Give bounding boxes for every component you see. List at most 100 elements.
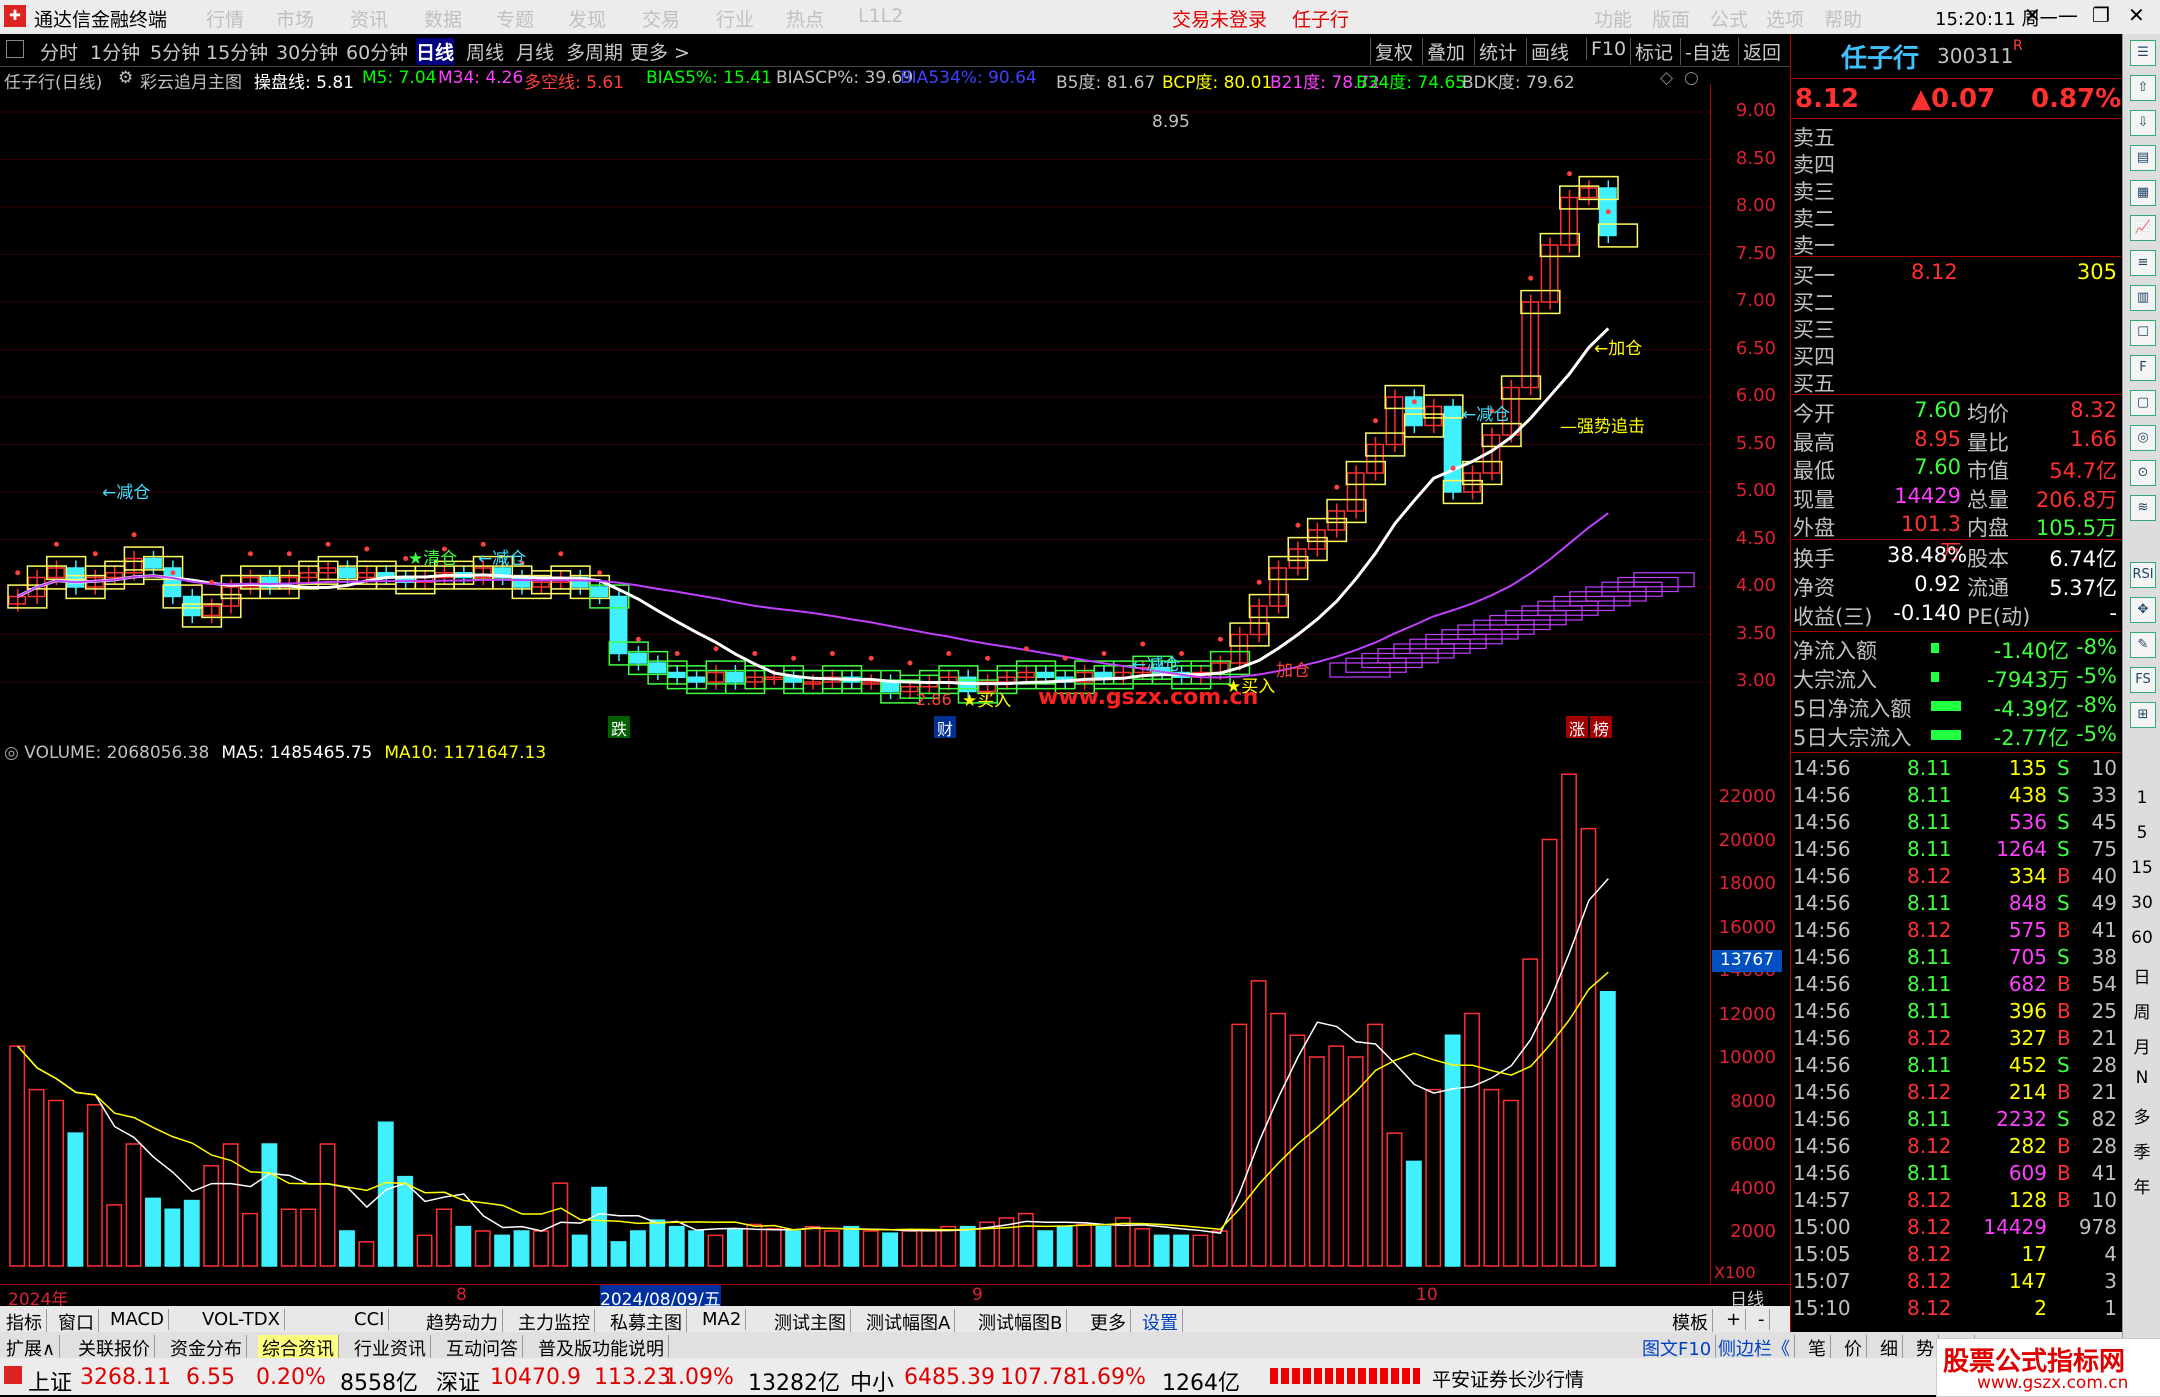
period-tab[interactable]: 更多 > — [630, 38, 690, 65]
ask-row[interactable]: 卖五 — [1791, 122, 2121, 150]
sidebar-period[interactable]: 15 — [2123, 858, 2160, 878]
sidebar-tool-icon[interactable]: ◎ — [2130, 425, 2156, 451]
chart-tool-button[interactable]: F10 — [1586, 38, 1626, 60]
period-tab[interactable]: 5分钟 — [150, 38, 200, 65]
ask-row[interactable]: 卖二 — [1791, 203, 2121, 231]
menu-item[interactable]: 行业 — [716, 5, 754, 32]
sidebar-period[interactable]: 5 — [2123, 823, 2160, 843]
menu-item[interactable]: 发现 — [568, 5, 606, 32]
sidebar-period[interactable]: 日 — [2123, 963, 2160, 988]
sidebar-tool-icon[interactable]: 📈 — [2130, 215, 2156, 241]
sidebar-tool-icon[interactable]: ▢ — [2130, 390, 2156, 416]
tick-side: S — [2057, 1053, 2070, 1077]
sidebar-tool-icon[interactable]: ≋ — [2130, 495, 2156, 521]
sidebar-tool-icon[interactable]: ⊞ — [2130, 702, 2156, 728]
chart-tool-button[interactable]: 复权 — [1370, 38, 1413, 65]
period-tab[interactable]: 月线 — [516, 38, 554, 65]
bid-row[interactable]: 买一 8.12 305 — [1791, 260, 2121, 288]
tick-row: 14:56 8.11 2232 S 82 — [1791, 1107, 2121, 1134]
menu-item[interactable]: 交易 — [642, 5, 680, 32]
sidebar-period[interactable]: 月 — [2123, 1033, 2160, 1058]
tick-count: 49 — [2091, 891, 2117, 915]
sidebar-tool-icon[interactable]: FS — [2130, 667, 2156, 693]
indicator-tab[interactable]: MA2 — [698, 1309, 747, 1330]
bid-row[interactable]: 买二 — [1791, 287, 2121, 315]
close-icon[interactable]: ✕ — [2024, 3, 2041, 27]
menu-item-right[interactable]: 公式 — [1710, 5, 1748, 32]
bid-row[interactable]: 买四 — [1791, 341, 2121, 369]
ask-row[interactable]: 卖三 — [1791, 176, 2121, 204]
sidebar-period[interactable]: N — [2123, 1068, 2160, 1088]
period-tab[interactable]: 1分钟 — [90, 38, 140, 65]
indicator-tab[interactable]: MACD — [106, 1309, 169, 1330]
period-tab[interactable]: 多周期 — [566, 38, 623, 65]
sidebar-tool-icon[interactable]: RSI — [2130, 562, 2156, 588]
ask-label: 卖三 — [1793, 180, 1835, 204]
menu-item[interactable]: 热点 — [786, 5, 824, 32]
volume-chart[interactable] — [0, 740, 1710, 1284]
chart-tool-button[interactable]: 画线 — [1526, 38, 1569, 65]
login-status[interactable]: 交易未登录 — [1172, 5, 1267, 32]
menu-item[interactable]: L1L2 — [858, 5, 903, 27]
menu-item-right[interactable]: 帮助 — [1824, 5, 1862, 32]
indicator-tab[interactable]: VOL-TDX — [198, 1309, 285, 1330]
menu-item[interactable]: 专题 — [496, 5, 534, 32]
sidebar-tool-icon[interactable]: F — [2130, 355, 2156, 381]
sidebar-period[interactable]: 季 — [2123, 1138, 2160, 1163]
period-tab[interactable]: 30分钟 — [276, 38, 338, 65]
template-button[interactable]: - — [1754, 1309, 1770, 1330]
chart-tool-button[interactable]: 统计 — [1474, 38, 1517, 65]
circle-icon[interactable]: ○ — [1684, 68, 1699, 88]
sidebar-tool-icon[interactable]: ≡ — [2130, 250, 2156, 276]
chart-tool-button[interactable]: 叠加 — [1422, 38, 1465, 65]
sidebar-tool-icon[interactable]: ▦ — [2130, 180, 2156, 206]
menu-item[interactable]: 数据 — [424, 5, 462, 32]
sidebar-period[interactable]: 60 — [2123, 928, 2160, 948]
sidebar-tool-icon[interactable]: ⇩ — [2130, 110, 2156, 136]
sidebar-tool-icon[interactable]: ▥ — [2130, 285, 2156, 311]
tick-count: 21 — [2091, 1026, 2117, 1050]
menu-item[interactable]: 资讯 — [350, 5, 388, 32]
tick-volume: 334 — [2008, 864, 2047, 888]
close-window-icon[interactable]: ✕ — [2128, 3, 2145, 27]
indicator-tab[interactable]: CCI — [350, 1309, 390, 1330]
chart-tool-button[interactable]: 标记 — [1630, 38, 1673, 65]
bid-row[interactable]: 买五 — [1791, 368, 2121, 396]
chart-tool-button[interactable]: -自选 — [1680, 38, 1730, 65]
sidebar-tool-icon[interactable]: ☰ — [2130, 40, 2156, 66]
sidebar-period[interactable]: 年 — [2123, 1173, 2160, 1198]
menu-item-right[interactable]: 功能 — [1594, 5, 1632, 32]
candlestick-chart[interactable] — [0, 84, 1710, 740]
ask-row[interactable]: 卖一 — [1791, 230, 2121, 258]
sidebar-tool-icon[interactable]: ⇧ — [2130, 75, 2156, 101]
tick-side: B — [2057, 999, 2071, 1023]
period-tab[interactable]: 日线 — [416, 38, 455, 65]
sidebar-tool-icon[interactable]: ⊙ — [2130, 460, 2156, 486]
sidebar-period[interactable]: 30 — [2123, 893, 2160, 913]
sidebar-period[interactable]: 1 — [2123, 788, 2160, 808]
menu-item[interactable]: 行情 — [206, 5, 244, 32]
template-button[interactable]: + — [1722, 1309, 1747, 1330]
menu-item-right[interactable]: 版面 — [1652, 5, 1690, 32]
sidebar-tool-icon[interactable]: ▤ — [2130, 145, 2156, 171]
menu-item[interactable]: 市场 — [276, 5, 314, 32]
period-tab[interactable]: 60分钟 — [346, 38, 408, 65]
period-tab[interactable]: 分时 — [40, 38, 78, 65]
period-tab[interactable]: 周线 — [466, 38, 504, 65]
menu-item-right[interactable]: 选项 — [1766, 5, 1804, 32]
restore-icon[interactable]: ❐ — [2092, 3, 2110, 27]
period-tab[interactable]: 15分钟 — [206, 38, 268, 65]
sidebar-tool-icon[interactable]: ☐ — [2130, 320, 2156, 346]
sidebar-period[interactable]: 多 — [2123, 1103, 2160, 1128]
sidebar-tool-icon[interactable]: ✥ — [2130, 597, 2156, 623]
ask-row[interactable]: 卖四 — [1791, 149, 2121, 177]
sidebar-period[interactable]: 周 — [2123, 998, 2160, 1023]
minimize-icon[interactable]: — — [2058, 3, 2078, 27]
flow-value: -4.39亿 — [1993, 697, 2069, 721]
sidebar-tool-icon[interactable]: ✎ — [2130, 632, 2156, 658]
collapse-icon[interactable] — [6, 40, 24, 58]
chart-tool-button[interactable]: 返回 — [1738, 38, 1781, 65]
diamond-icon[interactable]: ◇ — [1660, 68, 1673, 88]
tick-time: 14:56 — [1793, 999, 1851, 1023]
bid-row[interactable]: 买三 — [1791, 314, 2121, 342]
